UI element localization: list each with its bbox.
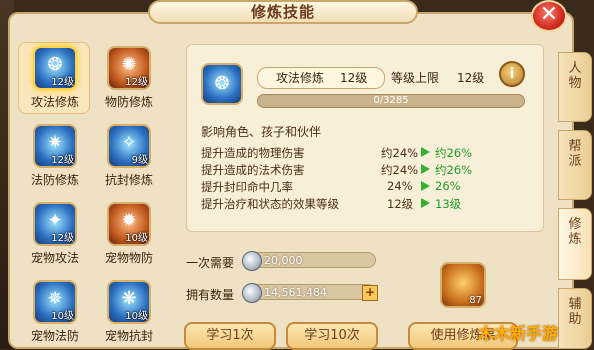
pet-magic-defense-icon: ✵ 10级 (33, 280, 77, 324)
effect-row: 提升造成的物理伤害 约24% 约26% (201, 145, 531, 162)
arrow-right-icon (421, 181, 430, 191)
cultivation-fruit-icon[interactable]: 87 (440, 262, 486, 308)
cost-need-row: 一次需要 20,000 (186, 251, 386, 272)
tab-cultivation[interactable]: 修炼 (558, 208, 592, 280)
effect-next: 13级 (435, 197, 462, 211)
magic-defense-icon: ✷ 12级 (33, 124, 77, 168)
skill-label: 物防修炼 (104, 95, 153, 109)
skill-name-pill: 攻法修炼 12级 (257, 67, 385, 89)
effect-label: 提升造成的法术伤害 (201, 163, 305, 177)
attack-magic-icon: ❂ (201, 63, 243, 105)
page-title: 修炼技能 (250, 3, 315, 21)
skill-label: 宠物攻法 (30, 251, 79, 265)
arrow-right-icon (421, 198, 430, 208)
skill-level: 12级 (340, 71, 368, 85)
skill-item-pet-magic-defense[interactable]: ✵ 10级 宠物法防 (20, 280, 90, 344)
tab-assist[interactable]: 辅助 (558, 288, 592, 349)
tab-label: 人物 (568, 61, 582, 91)
arrow-right-icon (421, 147, 430, 157)
pet-attack-icon: ✦ 12级 (33, 202, 77, 246)
watermark: 木木新手游 (478, 324, 559, 343)
cost-need-label: 一次需要 (186, 256, 235, 270)
tab-label: 帮派 (568, 139, 582, 169)
effect-current: 约24% (381, 146, 419, 160)
tab-character[interactable]: 人物 (558, 52, 592, 122)
cost-own-label: 拥有数量 (186, 288, 235, 302)
max-level-label: 等级上限 (391, 71, 440, 85)
effect-row: 提升治疗和状态的效果等级 12级 13级 (201, 196, 531, 213)
skill-label: 抗封修炼 (104, 173, 153, 187)
title-bar: 修炼技能 (148, 0, 418, 24)
skill-label: 宠物物防 (104, 251, 153, 265)
cost-need-value: 20,000 (264, 254, 303, 267)
info-icon: i (509, 66, 515, 82)
tab-label: 修炼 (568, 217, 582, 247)
skill-item-pet-attack[interactable]: ✦ 12级 宠物攻法 (20, 202, 90, 266)
skill-label: 法防修炼 (30, 173, 79, 187)
arrow-right-icon (421, 164, 430, 174)
effect-next: 26% (435, 179, 461, 193)
skill-list: ❂ 12级 攻法修炼 ✺ 12级 物防修炼 ✷ 12级 法防修炼 ✧ 9级 抗封修炼 ✦… (18, 36, 168, 349)
skill-item-pet-seal-resist[interactable]: ❋ 10级 宠物抗封 (94, 280, 164, 344)
progress-text: 0/3285 (373, 95, 409, 106)
physical-defense-icon: ✺ 12级 (107, 46, 151, 90)
effect-label: 提升造成的物理伤害 (201, 146, 305, 160)
seal-resist-icon: ✧ 9级 (107, 124, 151, 168)
tab-guild[interactable]: 帮派 (558, 130, 592, 200)
cost-own-row: 拥有数量 14,561,484 + (186, 283, 386, 304)
effect-next: 约26% (435, 163, 473, 177)
close-icon: ✕ (539, 2, 559, 27)
skill-item-seal-resist[interactable]: ✧ 9级 抗封修炼 (94, 124, 164, 188)
cost-section: 一次需要 20,000 拥有数量 14,561,484 + (186, 251, 386, 316)
effect-label: 提升治疗和状态的效果等级 (201, 197, 339, 211)
silver-coin-icon (242, 251, 262, 271)
learn-ten-button[interactable]: 学习10次 (286, 322, 378, 350)
pet-seal-resist-icon: ❋ 10级 (107, 280, 151, 324)
silver-coin-icon (242, 283, 262, 303)
pet-physical-defense-icon: ✹ 10级 (107, 202, 151, 246)
effect-next: 约26% (435, 146, 473, 160)
skill-item-physical-defense[interactable]: ✺ 12级 物防修炼 (94, 46, 164, 110)
skill-label: 宠物抗封 (104, 329, 153, 343)
effects-list: 影响角色、孩子和伙伴 提升造成的物理伤害 约24% 约26% 提升造成的法术伤害… (201, 123, 531, 213)
effect-current: 约24% (381, 163, 419, 177)
skill-detail: ❂ 攻法修炼 12级 等级上限 12级 i 0/3285 影响角色、孩子和伙伴 … (186, 44, 544, 232)
skill-label: 宠物法防 (30, 329, 79, 343)
info-button[interactable]: i (499, 61, 525, 87)
max-level-value: 12级 (457, 71, 485, 85)
cost-own-value: 14,561,484 (264, 286, 327, 299)
effects-heading: 影响角色、孩子和伙伴 (201, 125, 322, 139)
skill-item-pet-physical-defense[interactable]: ✹ 10级 宠物物防 (94, 202, 164, 266)
add-currency-button[interactable]: + (362, 285, 378, 301)
progress-bar: 0/3285 (257, 94, 525, 108)
skill-item-attack-magic[interactable]: ❂ 12级 攻法修炼 (18, 42, 90, 114)
effect-row: 提升封印命中几率 24% 26% (201, 179, 531, 196)
item-count: 87 (469, 295, 482, 306)
tab-label: 辅助 (568, 297, 582, 327)
skill-name: 攻法修炼 (276, 71, 325, 85)
effect-row: 提升造成的法术伤害 约24% 约26% (201, 162, 531, 179)
attack-magic-icon: ❂ 12级 (33, 46, 77, 90)
effect-label: 提升封印命中几率 (201, 180, 293, 194)
learn-once-button[interactable]: 学习1次 (184, 322, 276, 350)
effect-current: 12级 (387, 197, 414, 211)
close-button[interactable]: ✕ (531, 0, 567, 32)
effect-current: 24% (387, 179, 413, 193)
skill-label: 攻法修炼 (30, 95, 79, 109)
skill-item-magic-defense[interactable]: ✷ 12级 法防修炼 (20, 124, 90, 188)
